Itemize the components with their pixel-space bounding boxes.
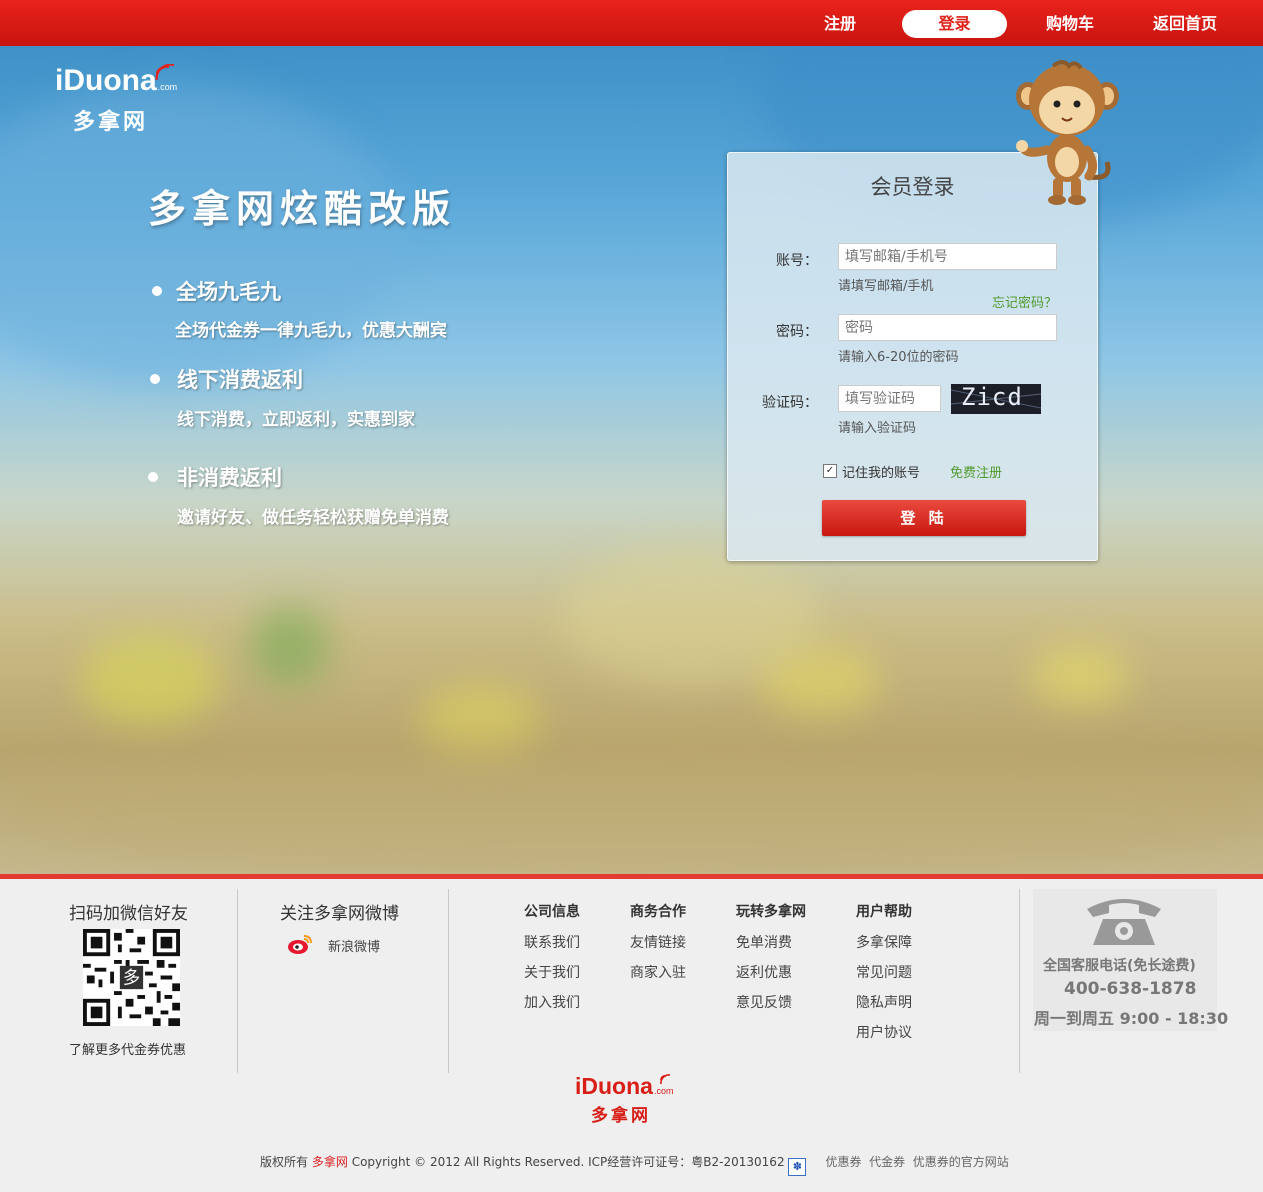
password-hint: 请输入6-20位的密码 [838, 350, 959, 365]
account-hint: 请填写邮箱/手机 [838, 279, 934, 294]
feature-desc: 邀请好友、做任务轻松获赠免单消费 [177, 508, 449, 528]
telephone-icon [1087, 899, 1161, 945]
footer-logo-cn-text: 多拿网 [591, 1106, 651, 1126]
remember-label[interactable]: 记住我的账号 [842, 462, 920, 481]
footer-link[interactable]: 商家入驻 [630, 962, 686, 982]
footer-link[interactable]: 联系我们 [524, 932, 580, 952]
signal-wave-icon [660, 1074, 671, 1085]
feature-item: 线下消费返利 线下消费，立即返利，实惠到家 [150, 364, 510, 434]
footer-link[interactable]: 意见反馈 [736, 992, 792, 1012]
wechat-caption: 了解更多代金券优惠 [69, 1043, 187, 1058]
site-logo[interactable]: iDuona.com 多拿网 [55, 64, 195, 135]
wechat-title: 扫码加微信好友 [69, 904, 188, 924]
grass-blob [560, 546, 820, 686]
top-nav-bar: 注册 登录 购物车 返回首页 [0, 0, 1263, 46]
copyright-text: Copyright © 2012 All Rights Reserved. IC… [351, 1155, 785, 1169]
weibo-icon[interactable] [287, 933, 313, 955]
footer-divider [1019, 889, 1020, 1073]
feature-item: 全场九毛九 全场代金券一律九毛九，优惠大酬宾 [152, 276, 512, 346]
weibo-link[interactable]: 新浪微博 [328, 936, 380, 955]
password-label: 密码： [776, 324, 818, 340]
logo-cn-text: 多拿网 [73, 110, 149, 135]
bullet-dot [152, 286, 162, 296]
feature-desc: 线下消费，立即返利，实惠到家 [177, 410, 415, 430]
nav-home-link[interactable]: 返回首页 [1145, 10, 1225, 38]
phone-number: 400-638-1878 [1064, 979, 1197, 999]
footer-logo-brand-text: iDuona [575, 1073, 653, 1099]
flower-blob [1030, 646, 1130, 706]
copyright-line: 版权所有 多拿网 Copyright © 2012 All Rights Res… [260, 1153, 1009, 1176]
login-submit-button[interactable]: 登 陆 [822, 500, 1026, 536]
free-register-link[interactable]: 免费注册 [950, 462, 1002, 481]
weibo-title: 关注多拿网微博 [280, 904, 399, 924]
extra-link[interactable]: 代金券 [869, 1155, 905, 1169]
hero-headline: 多拿网炫酷改版 [148, 187, 457, 231]
footer-link[interactable]: 加入我们 [524, 992, 580, 1012]
phone-title: 全国客服电话(免长途费) [1043, 958, 1196, 974]
signal-wave-icon [155, 64, 175, 80]
captcha-text: Zicd [961, 383, 1023, 411]
feature-desc: 全场代金券一律九毛九，优惠大酬宾 [175, 321, 447, 341]
account-input[interactable] [838, 243, 1057, 270]
captcha-image[interactable]: Zicd [950, 383, 1042, 414]
leaf-blob [250, 606, 330, 686]
footer-link[interactable]: 常见问题 [856, 962, 912, 982]
flower-blob [80, 636, 220, 726]
copyright-prefix: 版权所有 [260, 1155, 309, 1169]
feature-title: 线下消费返利 [177, 368, 303, 392]
footer-divider [448, 889, 449, 1073]
password-input[interactable] [838, 314, 1057, 341]
footer-logo-domain-text: .com [653, 1086, 674, 1096]
feature-item: 非消费返利 邀请好友、做任务轻松获赠免单消费 [148, 462, 508, 532]
footer-link[interactable]: 友情链接 [630, 932, 686, 952]
footer-divider [237, 889, 238, 1073]
footer-col-head: 公司信息 [524, 904, 580, 920]
footer-logo[interactable]: iDuona.com 多拿网 [575, 1073, 695, 1129]
nav-login-link[interactable]: 登录 [902, 10, 1007, 38]
wechat-qr-code-icon: 多 [83, 929, 180, 1026]
login-panel: 会员登录 账号： 请填写邮箱/手机 忘记密码？ 密码： 请输入6-20位的密码 … [727, 152, 1098, 561]
customer-service-box: 全国客服电话(免长途费) 400-638-1878 周一到周五 9:00 - 1… [1033, 889, 1228, 1031]
ground-blob [0, 726, 1263, 874]
bullet-dot [148, 472, 158, 482]
footer-link[interactable]: 用户协议 [856, 1022, 912, 1042]
svg-text:多: 多 [123, 968, 140, 988]
footer-link[interactable]: 免单消费 [736, 932, 792, 952]
bullet-dot [150, 374, 160, 384]
copyright-brand-link[interactable]: 多拿网 [312, 1155, 348, 1169]
extra-link[interactable]: 优惠券的官方网站 [913, 1155, 1009, 1169]
logo-domain-text: .com [157, 82, 178, 92]
extra-link[interactable]: 优惠券 [825, 1155, 861, 1169]
footer-link[interactable]: 关于我们 [524, 962, 580, 982]
monkey-mascot-icon [1016, 60, 1119, 205]
account-label: 账号： [776, 253, 818, 269]
footer-link[interactable]: 返利优惠 [736, 962, 792, 982]
remember-checkbox[interactable]: ✓ [823, 464, 837, 478]
footer-link[interactable]: 多拿保障 [856, 932, 912, 952]
nav-register-link[interactable]: 注册 [810, 10, 870, 38]
footer-col-head: 用户帮助 [856, 904, 912, 920]
captcha-hint: 请输入验证码 [838, 421, 917, 436]
footer-col-head: 玩转多拿网 [736, 904, 806, 920]
site-footer: 扫码加微信好友 多 了解更多代金券优惠 关注多拿网微博 新浪微博 公司信息 联系… [0, 879, 1263, 1192]
logo-brand-text: iDuona [55, 64, 157, 97]
forgot-password-link[interactable]: 忘记密码？ [992, 292, 1057, 311]
captcha-input[interactable] [838, 385, 941, 412]
feature-title: 全场九毛九 [176, 280, 281, 304]
paw-icon[interactable]: ✽ [788, 1158, 807, 1176]
nav-cart-link[interactable]: 购物车 [1032, 10, 1108, 38]
feature-title: 非消费返利 [177, 466, 282, 490]
footer-col-head: 商务合作 [630, 904, 686, 920]
footer-link[interactable]: 隐私声明 [856, 992, 912, 1012]
captcha-label: 验证码： [762, 395, 818, 411]
phone-hours: 周一到周五 9:00 - 18:30 [1034, 1009, 1229, 1028]
